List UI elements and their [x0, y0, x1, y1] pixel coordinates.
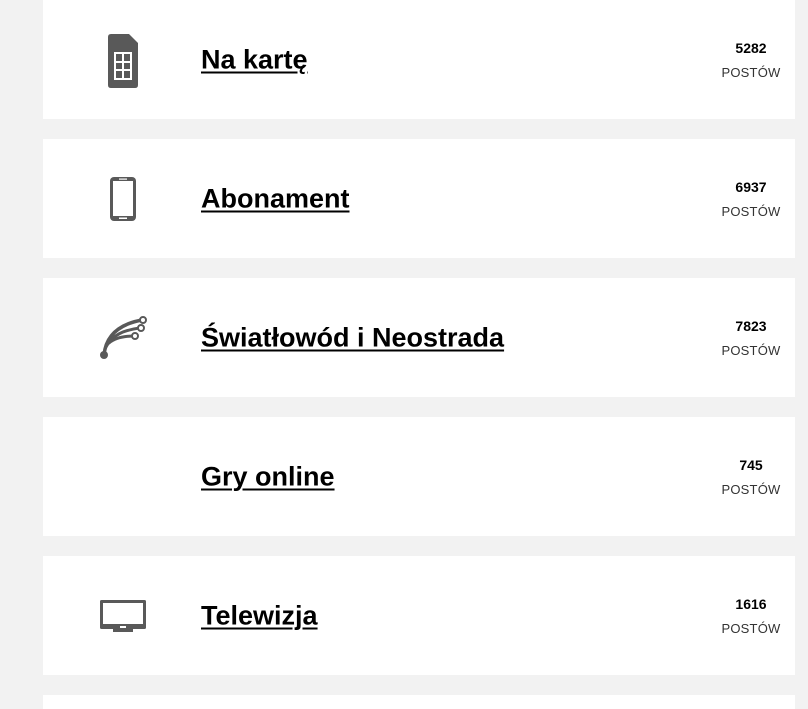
category-title[interactable]: Gry online	[201, 461, 335, 492]
category-title[interactable]: Abonament	[201, 183, 350, 214]
post-unit-label: POSTÓW	[721, 203, 781, 219]
category-title[interactable]: Światłowód i Neostrada	[201, 322, 504, 353]
tv-icon	[93, 586, 153, 646]
post-unit-label: POSTÓW	[721, 342, 781, 358]
post-stats: 7823 POSTÓW	[716, 317, 786, 359]
post-stats: 6937 POSTÓW	[716, 178, 786, 220]
category-card-partial[interactable]	[43, 695, 795, 709]
empty-icon-slot	[93, 447, 153, 507]
sim-card-icon	[93, 30, 153, 90]
category-card-swiatlowod[interactable]: Światłowód i Neostrada 7823 POSTÓW	[43, 278, 795, 397]
category-title[interactable]: Telewizja	[201, 600, 318, 631]
category-card-gry-online[interactable]: Gry online 745 POSTÓW	[43, 417, 795, 536]
post-stats: 5282 POSTÓW	[716, 39, 786, 81]
smartphone-icon	[93, 169, 153, 229]
post-unit-label: POSTÓW	[721, 64, 781, 80]
fiber-optic-icon	[93, 308, 153, 368]
post-unit-label: POSTÓW	[721, 620, 781, 636]
post-count: 7823	[735, 317, 767, 334]
post-count: 1616	[735, 595, 767, 612]
post-unit-label: POSTÓW	[721, 481, 781, 497]
category-list: Na kartę 5282 POSTÓW Abonament 6937 POST…	[0, 0, 808, 709]
category-card-abonament[interactable]: Abonament 6937 POSTÓW	[43, 139, 795, 258]
post-count: 5282	[735, 39, 767, 56]
post-count: 6937	[735, 178, 767, 195]
category-title[interactable]: Na kartę	[201, 44, 308, 75]
post-count: 745	[739, 456, 763, 473]
category-card-na-karte[interactable]: Na kartę 5282 POSTÓW	[43, 0, 795, 119]
post-stats: 1616 POSTÓW	[716, 595, 786, 637]
post-stats: 745 POSTÓW	[716, 456, 786, 498]
category-card-telewizja[interactable]: Telewizja 1616 POSTÓW	[43, 556, 795, 675]
